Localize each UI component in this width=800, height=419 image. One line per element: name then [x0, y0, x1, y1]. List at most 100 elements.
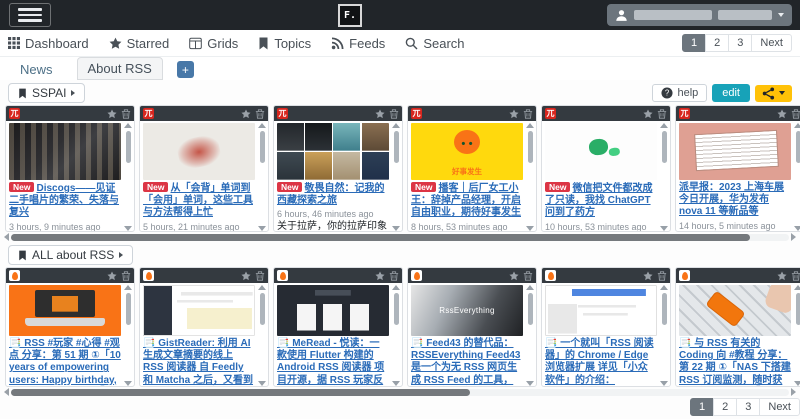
- scroll-thumb[interactable]: [394, 293, 399, 325]
- scrollbar-track[interactable]: [11, 389, 789, 396]
- article-thumbnail[interactable]: [9, 285, 121, 336]
- trash-card-button[interactable]: [255, 109, 265, 119]
- section-button-sspai[interactable]: SSPAI: [8, 83, 85, 103]
- star-card-button[interactable]: [241, 271, 251, 281]
- scroll-down-icon[interactable]: [526, 381, 534, 386]
- trash-card-button[interactable]: [523, 109, 533, 119]
- menu-icon[interactable]: [9, 3, 51, 27]
- scroll-thumb[interactable]: [528, 131, 533, 163]
- add-tab-button[interactable]: +: [177, 61, 194, 78]
- scroll-thumb[interactable]: [528, 293, 533, 325]
- trash-card-button[interactable]: [121, 109, 131, 119]
- scroll-thumb[interactable]: [260, 293, 265, 325]
- card-scrollbar[interactable]: [391, 123, 401, 231]
- scroll-up-icon[interactable]: [392, 123, 400, 128]
- star-card-button[interactable]: [107, 109, 117, 119]
- scroll-down-icon[interactable]: [794, 381, 800, 386]
- nav-feeds[interactable]: Feeds: [331, 36, 385, 51]
- scroll-down-icon[interactable]: [392, 226, 400, 231]
- star-card-button[interactable]: [509, 271, 519, 281]
- scroll-up-icon[interactable]: [392, 285, 400, 290]
- star-card-button[interactable]: [375, 271, 385, 281]
- share-button[interactable]: [755, 85, 792, 102]
- nav-starred[interactable]: Starred: [109, 36, 170, 51]
- scroll-up-icon[interactable]: [794, 285, 800, 290]
- scroll-right-icon[interactable]: [791, 233, 796, 241]
- scroll-up-icon[interactable]: [660, 285, 668, 290]
- star-card-button[interactable]: [375, 109, 385, 119]
- page-1-button[interactable]: 1: [682, 34, 706, 52]
- scroll-up-icon[interactable]: [526, 123, 534, 128]
- horizontal-scrollbar[interactable]: [4, 232, 796, 242]
- page-3-button[interactable]: 3: [736, 398, 760, 416]
- article-thumbnail[interactable]: [143, 123, 255, 180]
- article-thumbnail[interactable]: [545, 285, 657, 336]
- scroll-right-icon[interactable]: [791, 388, 796, 396]
- article-thumbnail[interactable]: 好事发生: [411, 123, 523, 180]
- article-thumbnail[interactable]: [679, 123, 791, 180]
- trash-card-button[interactable]: [523, 271, 533, 281]
- card-scrollbar[interactable]: [123, 285, 133, 386]
- user-account-button[interactable]: [607, 4, 792, 26]
- scroll-down-icon[interactable]: [258, 226, 266, 231]
- scroll-up-icon[interactable]: [124, 123, 132, 128]
- scroll-thumb[interactable]: [662, 131, 667, 163]
- article-link[interactable]: 📑 RSS #玩家 #心得 #观点 分享：第 51 期 ①「10 years o…: [9, 338, 121, 387]
- scroll-left-icon[interactable]: [4, 233, 9, 241]
- article-thumbnail[interactable]: RssEverything: [411, 285, 523, 336]
- trash-card-button[interactable]: [791, 109, 800, 119]
- article-link[interactable]: 📑 与 RSS 有关的 Coding 向 #教程 分享：第 22 期 ①「NAS…: [679, 338, 791, 387]
- scroll-down-icon[interactable]: [258, 381, 266, 386]
- scroll-up-icon[interactable]: [258, 123, 266, 128]
- trash-card-button[interactable]: [389, 109, 399, 119]
- article-link[interactable]: 📑 MeRead - 悦读：一款使用 Flutter 构建的 Android R…: [277, 338, 384, 387]
- article-link[interactable]: 📑 Feed43 的替代品：RSSEverything Feed43 是一个为无…: [411, 338, 521, 387]
- star-card-button[interactable]: [509, 109, 519, 119]
- nav-topics[interactable]: Topics: [258, 36, 311, 51]
- trash-card-button[interactable]: [657, 109, 667, 119]
- section-button-all-about-rss[interactable]: ALL about RSS: [8, 245, 133, 265]
- page-3-button[interactable]: 3: [728, 34, 752, 52]
- scroll-left-icon[interactable]: [4, 388, 9, 396]
- horizontal-scrollbar[interactable]: [4, 387, 796, 397]
- card-scrollbar[interactable]: [257, 285, 267, 386]
- app-logo[interactable]: F.: [338, 4, 362, 27]
- nav-grids[interactable]: Grids: [189, 36, 238, 51]
- trash-card-button[interactable]: [121, 271, 131, 281]
- scroll-thumb[interactable]: [126, 131, 131, 163]
- scroll-up-icon[interactable]: [124, 285, 132, 290]
- page-next-button[interactable]: Next: [759, 398, 800, 416]
- card-scrollbar[interactable]: [257, 123, 267, 231]
- scroll-up-icon[interactable]: [258, 285, 266, 290]
- star-card-button[interactable]: [643, 109, 653, 119]
- page-1-button[interactable]: 1: [690, 398, 714, 416]
- article-thumbnail[interactable]: [679, 285, 791, 336]
- card-scrollbar[interactable]: [793, 123, 800, 231]
- edit-button[interactable]: edit: [712, 84, 750, 102]
- scroll-down-icon[interactable]: [124, 381, 132, 386]
- star-card-button[interactable]: [107, 271, 117, 281]
- scroll-up-icon[interactable]: [660, 123, 668, 128]
- scrollbar-thumb[interactable]: [11, 234, 750, 241]
- article-thumbnail[interactable]: [9, 123, 121, 180]
- card-scrollbar[interactable]: [525, 285, 535, 386]
- scroll-down-icon[interactable]: [660, 381, 668, 386]
- scrollbar-thumb[interactable]: [11, 389, 470, 396]
- trash-card-button[interactable]: [791, 271, 800, 281]
- scroll-thumb[interactable]: [126, 293, 131, 325]
- card-scrollbar[interactable]: [659, 123, 669, 231]
- tab-about-rss[interactable]: About RSS: [77, 57, 163, 80]
- article-thumbnail[interactable]: [277, 285, 389, 336]
- nav-search[interactable]: Search: [405, 36, 464, 51]
- scroll-down-icon[interactable]: [660, 226, 668, 231]
- scroll-down-icon[interactable]: [124, 226, 132, 231]
- nav-dashboard[interactable]: Dashboard: [8, 36, 89, 51]
- star-card-button[interactable]: [241, 109, 251, 119]
- trash-card-button[interactable]: [657, 271, 667, 281]
- page-2-button[interactable]: 2: [705, 34, 729, 52]
- article-link[interactable]: 📑 GistReader: 利用 AI 生成文章摘要的线上 RSS 阅读器 自 …: [143, 338, 253, 387]
- tab-news[interactable]: News: [10, 59, 63, 80]
- article-thumbnail[interactable]: [545, 123, 657, 180]
- card-scrollbar[interactable]: [793, 285, 800, 386]
- scrollbar-track[interactable]: [11, 234, 789, 241]
